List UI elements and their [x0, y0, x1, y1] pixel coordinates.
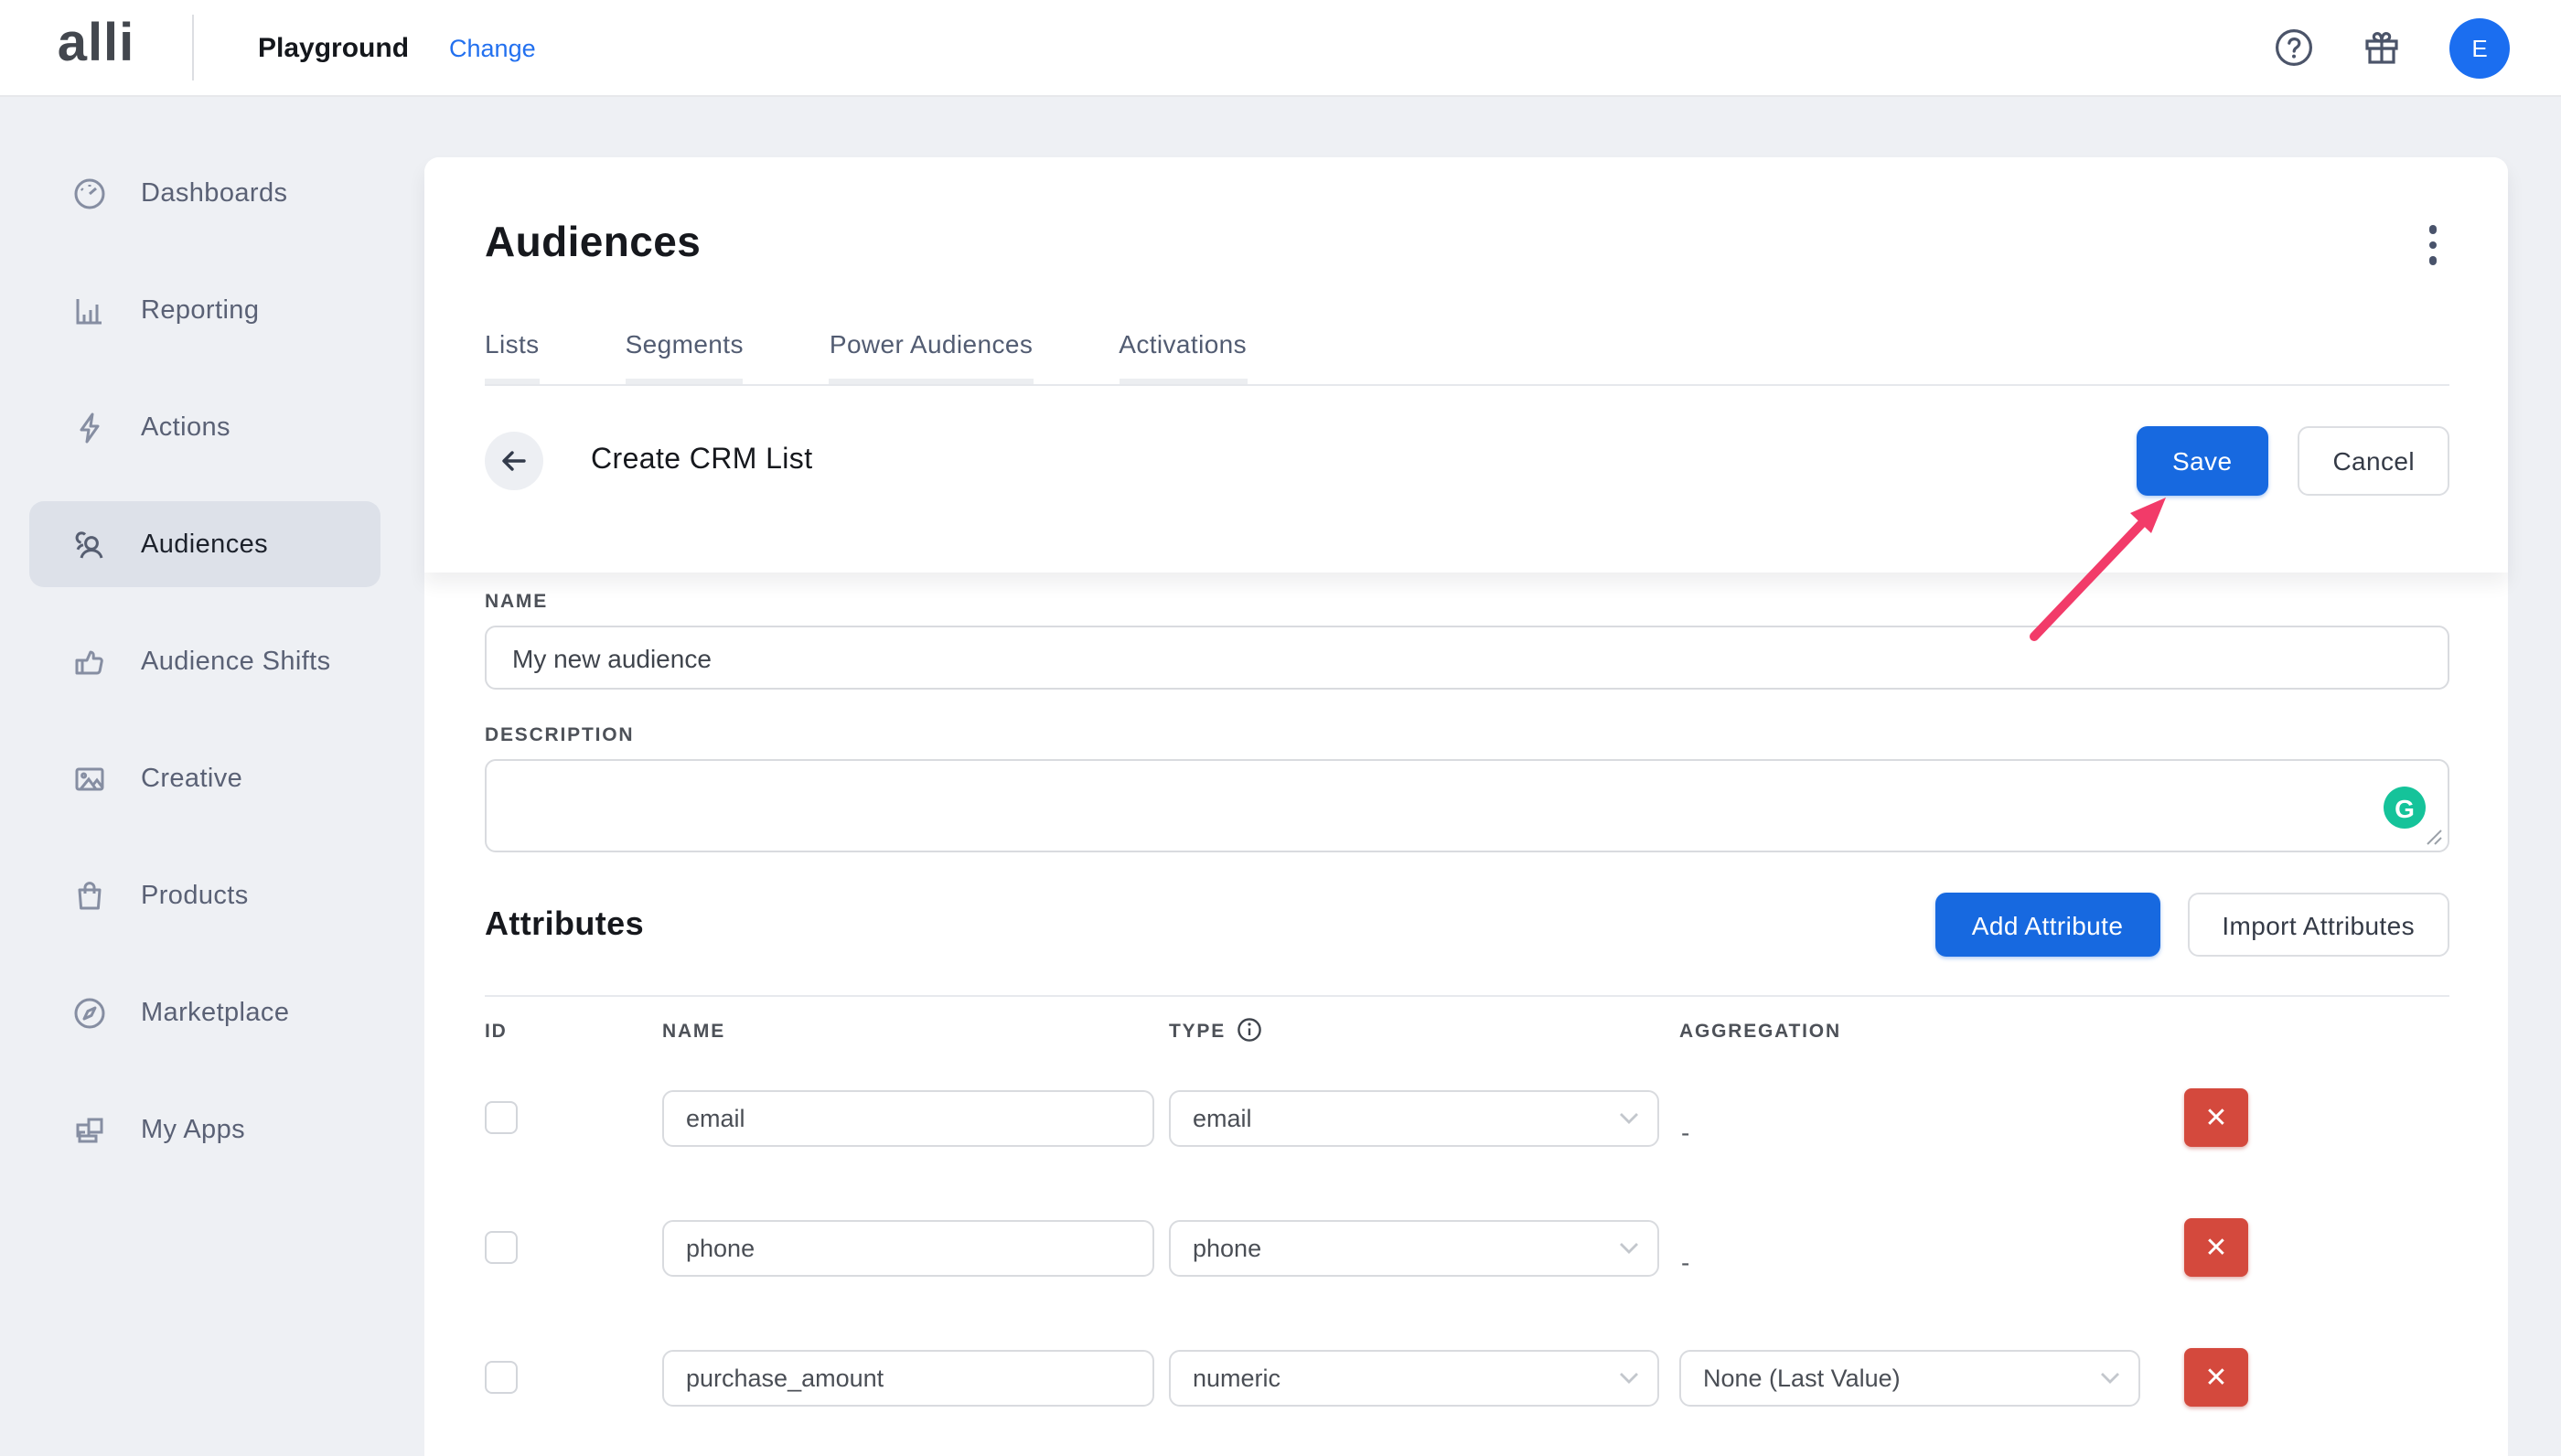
- sidebar: Dashboards Reporting Actions: [0, 97, 424, 1456]
- chevron-down-icon: [1619, 1371, 1639, 1384]
- gauge-icon: [71, 175, 108, 211]
- attribute-name-value: purchase_amount: [686, 1364, 884, 1391]
- page-title: Audiences: [485, 214, 701, 269]
- attributes-table-header: ID NAME TYPE AGGREGATION: [485, 1021, 2449, 1043]
- sidebar-item-audiences[interactable]: Audiences: [29, 501, 380, 587]
- column-header-name: NAME: [662, 1021, 1169, 1043]
- description-label: DESCRIPTION: [485, 724, 2449, 746]
- name-label: NAME: [485, 591, 2449, 613]
- workspace-name: Playground: [258, 32, 409, 63]
- add-attribute-button[interactable]: Add Attribute: [1935, 893, 2160, 957]
- tab-lists[interactable]: Lists: [485, 329, 540, 384]
- sidebar-item-reporting[interactable]: Reporting: [29, 267, 380, 353]
- sidebar-item-label: Actions: [141, 412, 230, 442]
- sidebar-item-my-apps[interactable]: My Apps: [29, 1087, 380, 1172]
- save-button[interactable]: Save: [2136, 426, 2268, 496]
- column-header-aggregation: AGGREGATION: [1679, 1021, 2184, 1043]
- sidebar-item-label: My Apps: [141, 1115, 245, 1144]
- row-checkbox[interactable]: [485, 1101, 518, 1134]
- sidebar-item-label: Audience Shifts: [141, 647, 331, 676]
- sidebar-item-label: Audiences: [141, 530, 268, 559]
- change-workspace-link[interactable]: Change: [449, 34, 536, 61]
- name-input-value: My new audience: [512, 643, 712, 672]
- attribute-name-input[interactable]: email: [662, 1089, 1154, 1146]
- help-icon[interactable]: [2274, 27, 2314, 68]
- topbar-divider: [192, 15, 194, 80]
- panel-header: Audiences Lists Segments Power Audiences…: [424, 157, 2508, 573]
- attribute-name-input[interactable]: purchase_amount: [662, 1349, 1154, 1406]
- sidebar-item-creative[interactable]: Creative: [29, 735, 380, 821]
- info-icon[interactable]: [1237, 1016, 1262, 1042]
- cancel-button[interactable]: Cancel: [2298, 426, 2449, 496]
- row-checkbox[interactable]: [485, 1361, 518, 1394]
- row-checkbox[interactable]: [485, 1231, 518, 1264]
- app-window: alli Playground Change E: [0, 0, 2561, 1456]
- attribute-row: email email - ✕: [485, 1063, 2449, 1172]
- sidebar-item-label: Reporting: [141, 295, 259, 325]
- audiences-panel: Audiences Lists Segments Power Audiences…: [424, 157, 2508, 1456]
- alli-logo: alli: [0, 17, 192, 78]
- avatar[interactable]: E: [2449, 17, 2510, 78]
- crm-list-form: NAME My new audience DESCRIPTION G Attri…: [424, 591, 2508, 1432]
- delete-row-button[interactable]: ✕: [2184, 1348, 2248, 1407]
- tab-segments[interactable]: Segments: [626, 329, 744, 384]
- tab-activations[interactable]: Activations: [1119, 329, 1247, 384]
- attribute-name-input[interactable]: phone: [662, 1219, 1154, 1276]
- name-input[interactable]: My new audience: [485, 626, 2449, 690]
- resize-handle-icon[interactable]: [2426, 829, 2442, 845]
- bar-chart-icon: [71, 292, 108, 328]
- attribute-type-select[interactable]: phone: [1169, 1219, 1659, 1276]
- kebab-menu-icon[interactable]: [2416, 221, 2449, 269]
- delete-row-button[interactable]: ✕: [2184, 1218, 2248, 1277]
- description-textarea[interactable]: G: [485, 759, 2449, 852]
- attribute-row: purchase_amount numeric None (Last Value…: [485, 1322, 2449, 1432]
- column-header-type-label: TYPE: [1169, 1021, 1226, 1043]
- shopping-bag-icon: [71, 877, 108, 914]
- attributes-title: Attributes: [485, 905, 644, 944]
- sidebar-item-label: Products: [141, 881, 249, 910]
- attribute-name-value: email: [686, 1104, 745, 1131]
- attribute-type-value: phone: [1193, 1234, 1261, 1261]
- aggregation-select[interactable]: None (Last Value): [1679, 1349, 2140, 1406]
- sidebar-item-audience-shifts[interactable]: Audience Shifts: [29, 618, 380, 704]
- column-header-type: TYPE: [1169, 1021, 1679, 1043]
- delete-row-button[interactable]: ✕: [2184, 1088, 2248, 1147]
- attribute-name-value: phone: [686, 1234, 755, 1261]
- attribute-type-value: email: [1193, 1104, 1252, 1131]
- sidebar-item-marketplace[interactable]: Marketplace: [29, 969, 380, 1055]
- attribute-row: phone phone - ✕: [485, 1193, 2449, 1302]
- aggregation-value: None (Last Value): [1703, 1364, 1901, 1391]
- chevron-down-icon: [1619, 1241, 1639, 1254]
- chevron-down-icon: [1619, 1111, 1639, 1124]
- apps-icon: [71, 1111, 108, 1148]
- back-button[interactable]: [485, 432, 543, 490]
- chevron-down-icon: [2100, 1371, 2120, 1384]
- thumbs-up-icon: [71, 643, 108, 680]
- attributes-divider: [485, 995, 2449, 997]
- back-arrow-icon: [499, 446, 529, 476]
- sidebar-item-products[interactable]: Products: [29, 852, 380, 938]
- compass-icon: [71, 994, 108, 1031]
- tab-bar: Lists Segments Power Audiences Activatio…: [485, 329, 2449, 386]
- attribute-type-select[interactable]: numeric: [1169, 1349, 1659, 1406]
- aggregation-value: -: [1679, 1088, 2184, 1147]
- top-bar: alli Playground Change E: [0, 0, 2561, 97]
- attribute-type-value: numeric: [1193, 1364, 1280, 1391]
- import-attributes-button[interactable]: Import Attributes: [2187, 893, 2449, 957]
- sidebar-item-dashboards[interactable]: Dashboards: [29, 150, 380, 236]
- gift-icon[interactable]: [2362, 27, 2402, 68]
- aggregation-value: -: [1679, 1218, 2184, 1277]
- sidebar-item-label: Marketplace: [141, 998, 289, 1027]
- sidebar-item-label: Creative: [141, 764, 242, 793]
- people-icon: [71, 526, 108, 562]
- sidebar-item-actions[interactable]: Actions: [29, 384, 380, 470]
- create-crm-list-title: Create CRM List: [591, 444, 813, 477]
- image-icon: [71, 760, 108, 797]
- lightning-icon: [71, 409, 108, 445]
- sidebar-item-label: Dashboards: [141, 178, 287, 208]
- grammarly-icon: G: [2384, 787, 2426, 829]
- tab-power-audiences[interactable]: Power Audiences: [830, 329, 1033, 384]
- attribute-type-select[interactable]: email: [1169, 1089, 1659, 1146]
- column-header-id: ID: [485, 1021, 662, 1043]
